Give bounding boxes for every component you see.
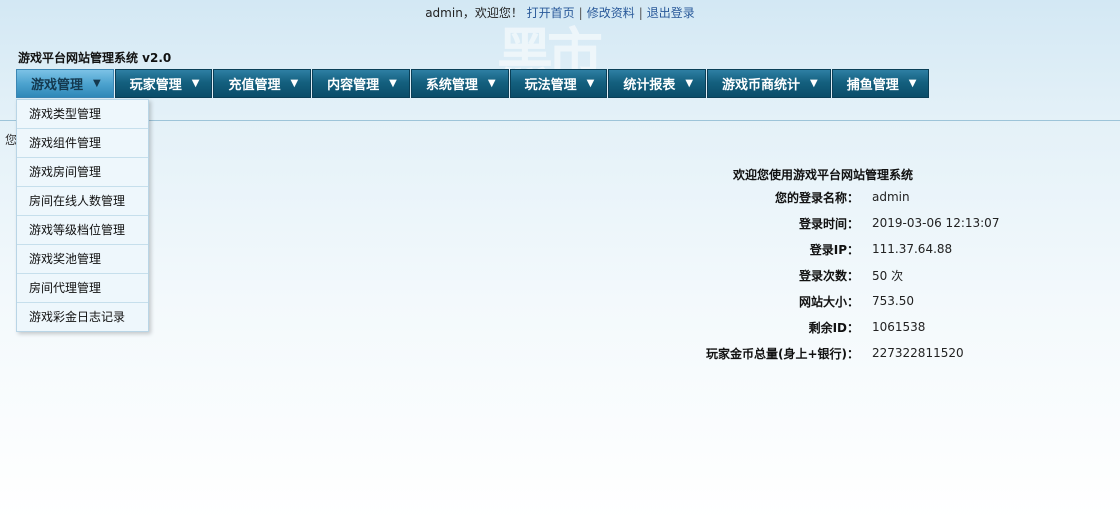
nav-statistics-reports[interactable]: 统计报表 ▼	[608, 69, 707, 98]
login-info-table: 您的登录名称： admin 登录时间： 2019-03-06 12:13:07 登录…	[700, 184, 999, 366]
info-label: 登录时间：	[798, 216, 859, 231]
info-value: 753.50	[872, 294, 914, 308]
menu-item-game-jackpot[interactable]: 游戏奖池管理	[17, 245, 148, 274]
nav-content-management[interactable]: 内容管理 ▼	[312, 69, 410, 98]
nav-label: 捕鱼管理	[846, 78, 899, 93]
caret-down-icon: ▼	[290, 78, 299, 89]
nav-system-management[interactable]: 系统管理 ▼	[410, 69, 509, 98]
info-value: 50 次	[872, 268, 904, 283]
info-label: 登录IP：	[809, 242, 859, 257]
info-value: 111.37.64.88	[872, 242, 953, 256]
info-value: 227322811520	[872, 346, 964, 360]
caret-down-icon: ▼	[810, 78, 818, 89]
info-label: 玩家金币总量(身上+银行)：	[705, 346, 859, 361]
menu-item-game-level-tier[interactable]: 游戏等级档位管理	[17, 216, 148, 245]
nav-label: 玩法管理	[524, 78, 577, 93]
info-value: 1061538	[872, 320, 926, 334]
caret-down-icon: ▼	[487, 78, 496, 89]
link-separator: |	[578, 6, 583, 20]
menu-item-room-agent[interactable]: 房间代理管理	[17, 274, 148, 303]
info-row: 登录时间： 2019-03-06 12:13:07	[700, 210, 999, 236]
info-row: 您的登录名称： admin	[700, 184, 999, 210]
caret-down-icon: ▼	[908, 78, 917, 89]
info-row: 网站大小： 753.50	[700, 288, 999, 314]
nav-player-management[interactable]: 玩家管理 ▼	[114, 69, 213, 98]
game-management-dropdown: 游戏类型管理 游戏组件管理 游戏房间管理 房间在线人数管理 游戏等级档位管理 游…	[16, 99, 149, 332]
info-row: 登录IP： 111.37.64.88	[700, 236, 999, 262]
info-label: 网站大小：	[798, 294, 859, 309]
edit-profile-link[interactable]: 修改资料	[587, 6, 635, 20]
nav-label: 统计报表	[623, 78, 676, 93]
menu-item-bonus-log[interactable]: 游戏彩金日志记录	[17, 303, 148, 331]
menu-item-game-room[interactable]: 游戏房间管理	[17, 158, 148, 187]
caret-down-icon: ▼	[685, 78, 694, 89]
nav-recharge-management[interactable]: 充值管理 ▼	[213, 69, 312, 98]
welcome-heading: 欢迎您使用游戏平台网站管理系统	[733, 168, 914, 182]
logout-link[interactable]: 退出登录	[647, 6, 695, 20]
nav-label: 内容管理	[327, 78, 380, 93]
nav-label: 游戏币商统计	[722, 78, 801, 93]
caret-down-icon: ▼	[191, 78, 200, 89]
link-separator: |	[638, 6, 643, 20]
open-homepage-link[interactable]: 打开首页	[527, 6, 575, 20]
nav-label: 系统管理	[425, 78, 478, 93]
nav-game-management[interactable]: 游戏管理 ▼	[16, 69, 114, 98]
info-row: 剩余ID： 1061538	[700, 314, 999, 340]
system-title: 游戏平台网站管理系统 v2.0	[18, 51, 172, 65]
top-user-bar: admin，欢迎您！ 打开首页 | 修改资料 | 退出登录	[0, 4, 1120, 21]
info-value: 2019-03-06 12:13:07	[872, 216, 1000, 230]
caret-down-icon: ▼	[586, 78, 595, 89]
nav-gameplay-management[interactable]: 玩法管理 ▼	[509, 69, 608, 98]
info-label: 剩余ID：	[808, 320, 859, 335]
menu-item-game-type[interactable]: 游戏类型管理	[17, 100, 148, 129]
info-row: 玩家金币总量(身上+银行)： 227322811520	[700, 340, 999, 366]
info-label: 登录次数：	[798, 268, 859, 283]
nav-fishing-management[interactable]: 捕鱼管理 ▼	[831, 69, 930, 98]
main-nav-menu: 游戏管理 ▼ 玩家管理 ▼ 充值管理 ▼ 内容管理 ▼ 系统管理 ▼ 玩法管理 ▼ 统计报表…	[16, 69, 930, 98]
caret-down-icon: ▼	[93, 78, 101, 89]
caret-down-icon: ▼	[389, 78, 397, 89]
nav-coin-dealer-stats[interactable]: 游戏币商统计 ▼	[707, 69, 831, 98]
info-row: 登录次数： 50 次	[700, 262, 999, 288]
nav-label: 充值管理	[228, 78, 281, 93]
nav-label: 玩家管理	[129, 78, 182, 93]
greeting-text: ，欢迎您！	[462, 6, 523, 20]
menu-item-room-online-count[interactable]: 房间在线人数管理	[17, 187, 148, 216]
nav-label: 游戏管理	[31, 78, 84, 93]
info-label: 您的登录名称：	[774, 190, 859, 205]
menu-item-game-component[interactable]: 游戏组件管理	[17, 129, 148, 158]
username-text: admin	[425, 6, 463, 20]
info-value: admin	[872, 190, 910, 204]
header-divider	[0, 120, 1120, 121]
